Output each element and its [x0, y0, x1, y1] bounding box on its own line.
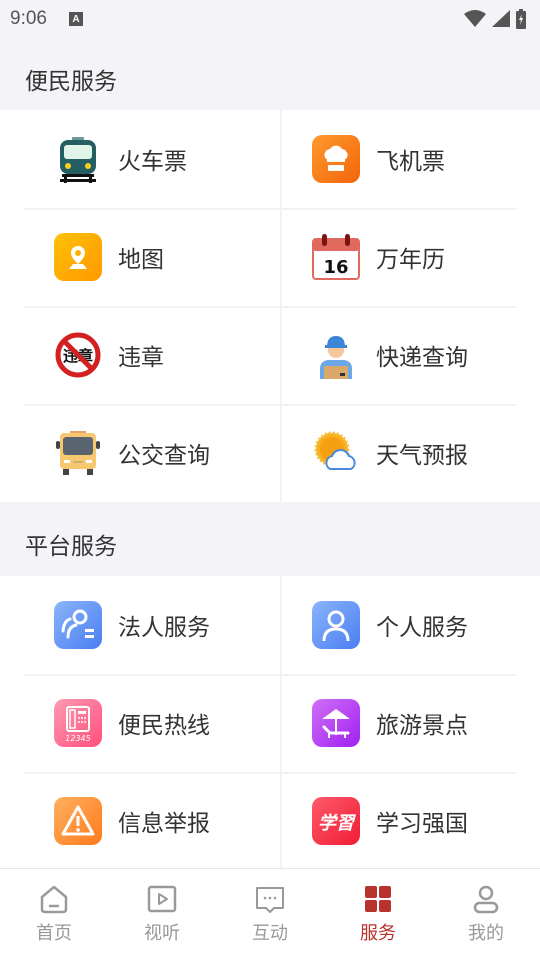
- beach-umbrella-icon: [312, 699, 360, 747]
- calendar-day: 16: [323, 257, 348, 278]
- xuexi-icon: 学習: [312, 797, 360, 845]
- service-flight-ticket[interactable]: 飞机票: [282, 110, 540, 208]
- svg-text:12345: 12345: [65, 734, 90, 743]
- nav-home[interactable]: 首页: [0, 869, 108, 960]
- bus-icon: [54, 429, 102, 477]
- traffic-violation-icon: 违章: [54, 331, 102, 379]
- service-label: 地图: [118, 247, 164, 273]
- video-play-icon: [147, 885, 177, 913]
- service-tourist-attractions[interactable]: 旅游景点: [282, 674, 540, 772]
- grid-icon: [365, 886, 391, 912]
- chat-bubble-icon: [256, 887, 284, 913]
- status-time: 9:06: [10, 8, 47, 29]
- nav-video[interactable]: 视听: [108, 869, 216, 960]
- service-train-ticket[interactable]: 火车票: [0, 110, 282, 208]
- service-traffic-violation[interactable]: 违章 违章: [0, 306, 282, 404]
- nav-label: 首页: [36, 923, 72, 944]
- status-bar: 9:06 A: [0, 0, 540, 38]
- service-label: 火车票: [118, 149, 187, 175]
- nav-interaction[interactable]: 互动: [216, 869, 324, 960]
- signal-icon: [492, 10, 510, 27]
- service-weather-forecast[interactable]: 天气预报: [282, 404, 540, 502]
- train-icon: [54, 135, 102, 183]
- service-label: 便民热线: [118, 713, 210, 739]
- service-label: 天气预报: [376, 443, 468, 469]
- nav-label: 视听: [144, 923, 180, 944]
- weather-icon: [312, 429, 360, 477]
- nav-label: 我的: [468, 923, 504, 944]
- battery-icon: [516, 9, 526, 29]
- corporate-service-icon: [54, 601, 102, 649]
- nav-label: 服务: [360, 923, 396, 944]
- service-label: 旅游景点: [376, 713, 468, 739]
- service-label: 万年历: [376, 247, 445, 273]
- service-label: 飞机票: [376, 149, 445, 175]
- service-label: 违章: [118, 345, 164, 371]
- convenience-services-grid: 火车票 飞机票 地图 16 万年历 违章 违章: [0, 110, 540, 502]
- nav-services[interactable]: 服务: [324, 869, 432, 960]
- calendar-icon: 16: [312, 233, 360, 281]
- service-calendar[interactable]: 16 万年历: [282, 208, 540, 306]
- warning-icon: [54, 797, 102, 845]
- courier-icon: [312, 331, 360, 379]
- section-title-convenience: 便民服务: [25, 69, 117, 95]
- service-label: 法人服务: [118, 615, 210, 641]
- platform-services-grid: 法人服务 个人服务 12345 便民热线 旅游景点 信息举报 学習 学习强国: [0, 576, 540, 870]
- user-icon: [473, 885, 499, 914]
- service-hotline[interactable]: 12345 便民热线: [0, 674, 282, 772]
- service-xuexi-qiangguo[interactable]: 学習 学习强国: [282, 772, 540, 870]
- service-label: 快递查询: [376, 345, 468, 371]
- home-icon: [40, 885, 68, 914]
- map-pin-icon: [54, 233, 102, 281]
- notification-icon: A: [68, 12, 83, 26]
- wifi-icon: [464, 10, 486, 27]
- bottom-navigation: 首页 视听 互动 服务 我的: [0, 868, 540, 960]
- service-personal[interactable]: 个人服务: [282, 576, 540, 674]
- nav-profile[interactable]: 我的: [432, 869, 540, 960]
- svg-text:学習: 学習: [318, 813, 356, 834]
- service-information-report[interactable]: 信息举报: [0, 772, 282, 870]
- service-label: 个人服务: [376, 615, 468, 641]
- service-corporate[interactable]: 法人服务: [0, 576, 282, 674]
- service-courier-tracking[interactable]: 快递查询: [282, 306, 540, 404]
- nav-label: 互动: [252, 923, 288, 944]
- service-label: 学习强国: [376, 811, 468, 837]
- chef-hat-icon: [312, 135, 360, 183]
- service-map[interactable]: 地图: [0, 208, 282, 306]
- personal-service-icon: [312, 601, 360, 649]
- section-title-platform: 平台服务: [25, 534, 117, 560]
- hotline-phone-icon: 12345: [54, 699, 102, 747]
- service-label: 信息举报: [118, 811, 210, 837]
- service-bus-query[interactable]: 公交查询: [0, 404, 282, 502]
- service-label: 公交查询: [118, 443, 210, 469]
